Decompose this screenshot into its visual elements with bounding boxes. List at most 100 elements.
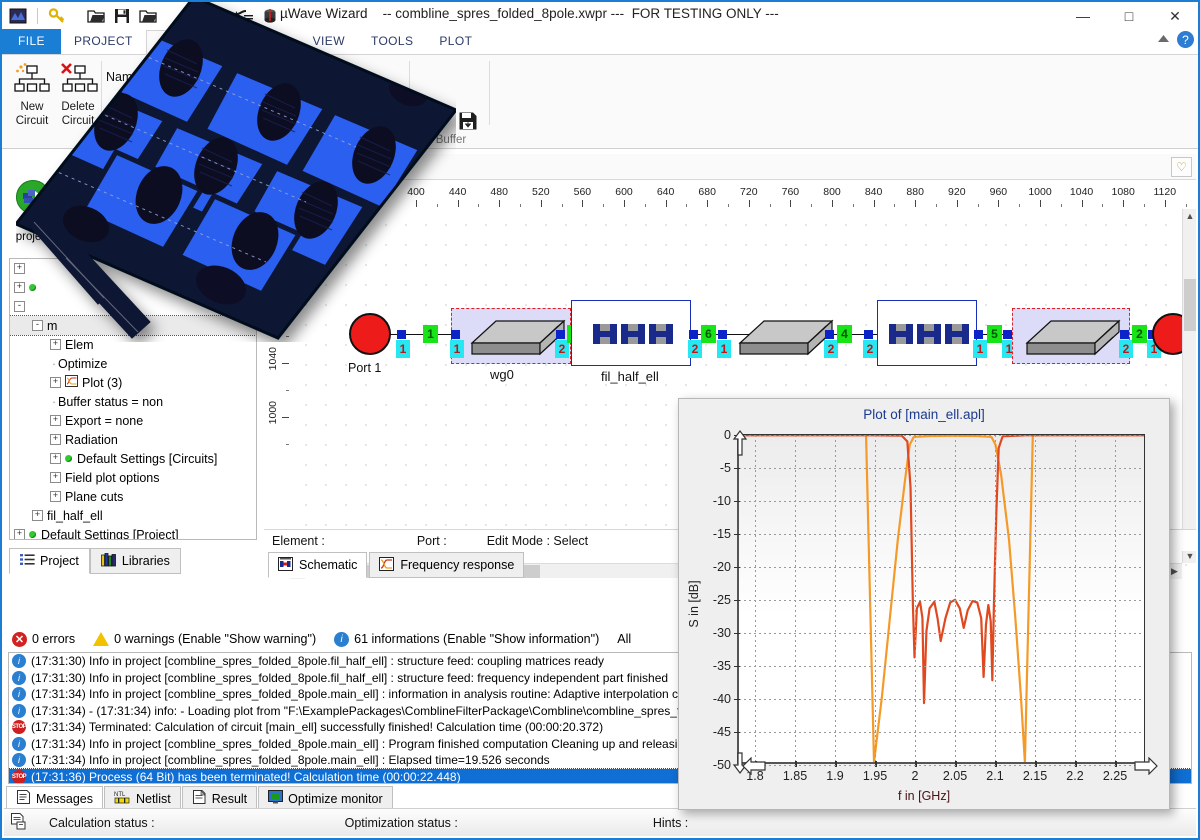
- resonator-symbol[interactable]: [944, 321, 970, 347]
- start-single-button[interactable]: St: [52, 180, 110, 230]
- list-icon[interactable]: [234, 6, 254, 26]
- pin[interactable]: [397, 330, 406, 339]
- tree-node[interactable]: + fil_half_ell: [10, 506, 256, 525]
- resonator-symbol[interactable]: [916, 321, 942, 347]
- tree-expander[interactable]: +: [14, 263, 25, 274]
- resonator-symbol[interactable]: [592, 321, 618, 347]
- tab-tools[interactable]: TOOLS: [358, 29, 426, 54]
- bits-64-toggle[interactable]: 64: [142, 99, 164, 121]
- tree-expander[interactable]: +: [50, 472, 61, 483]
- plot-window[interactable]: Plot of [main_ell.apl] 1.8 1.85 1.9 1.95 2 2.…: [678, 398, 1170, 810]
- project-tree[interactable]: + + - - m + Elem · Optimize + Plot (3) · Buffer stat…: [9, 258, 257, 540]
- tree-expander[interactable]: +: [14, 282, 25, 293]
- pin[interactable]: [556, 330, 565, 339]
- canvas-vertical-scrollbar[interactable]: ▲ ▼: [1182, 209, 1196, 563]
- tree-node[interactable]: + Export = none: [10, 411, 256, 430]
- wg0-3d-symbol[interactable]: [470, 313, 566, 361]
- resonator-symbol[interactable]: [888, 321, 914, 347]
- circuit-name-input[interactable]: main_ell: [148, 67, 225, 86]
- tab-schematic[interactable]: Schematic: [268, 552, 368, 578]
- tree-expander[interactable]: -: [32, 320, 43, 331]
- tree-node[interactable]: -: [10, 297, 256, 316]
- ruler-tick-label: 760: [781, 186, 800, 198]
- resonator-symbol[interactable]: [648, 321, 674, 347]
- resonator-symbol[interactable]: [620, 321, 646, 347]
- waveguide-3d-symbol[interactable]: [738, 313, 834, 361]
- tree-node[interactable]: + Plot (3): [10, 373, 256, 392]
- tree-expander[interactable]: +: [50, 453, 61, 464]
- ruler-minor-tick: [977, 204, 979, 207]
- tree-node[interactable]: + Field plot options: [10, 468, 256, 487]
- tab-file[interactable]: FILE: [2, 29, 61, 54]
- tree-expander[interactable]: +: [50, 415, 61, 426]
- all-filter[interactable]: All: [617, 632, 631, 646]
- tree-expander[interactable]: +: [50, 339, 61, 350]
- ruler-tick-label: 840: [864, 186, 883, 198]
- pin[interactable]: [451, 330, 460, 339]
- informations-summary[interactable]: i 61 informations (Enable "Show informat…: [334, 631, 599, 647]
- tab-design[interactable]: DESIGN: [225, 29, 299, 54]
- mesh-icon[interactable]: [260, 6, 280, 26]
- tree-node[interactable]: + Elem: [10, 335, 256, 354]
- pin[interactable]: [718, 330, 727, 339]
- tree-node[interactable]: +: [10, 278, 256, 297]
- tree-node[interactable]: + Default Settings [Project]: [10, 525, 256, 539]
- pin[interactable]: [825, 330, 834, 339]
- tree-expander[interactable]: +: [50, 491, 61, 502]
- pin[interactable]: [1120, 330, 1129, 339]
- tab-project[interactable]: PROJECT: [61, 29, 146, 54]
- tree-node[interactable]: · Optimize: [10, 354, 256, 373]
- port-1-symbol[interactable]: [349, 313, 391, 355]
- tab-circuit[interactable]: CIRCUIT: [145, 30, 226, 55]
- project-panel-title: Pr: [125, 159, 139, 173]
- tree-expander[interactable]: -: [14, 301, 25, 312]
- port-index-cyan: 1: [450, 340, 464, 358]
- minimize-button[interactable]: —: [1060, 2, 1106, 30]
- tree-node[interactable]: + Default Settings [Circuits]: [10, 449, 256, 468]
- delete-circuit-button[interactable]: Delete Circuit: [50, 63, 106, 128]
- pin[interactable]: [864, 330, 873, 339]
- tree-node[interactable]: + Plane cuts: [10, 487, 256, 506]
- info-icon: i: [12, 654, 26, 669]
- ruler-tick-label: 440: [448, 186, 467, 198]
- tree-expander[interactable]: +: [50, 434, 61, 445]
- tab-plot[interactable]: PLOT: [426, 29, 485, 54]
- pin[interactable]: [974, 330, 983, 339]
- tree-node[interactable]: + Radiation: [10, 430, 256, 449]
- tree-expander[interactable]: +: [50, 377, 61, 388]
- tree-node[interactable]: -m: [10, 315, 256, 336]
- waveguide-3d-symbol[interactable]: [1025, 313, 1121, 361]
- document-title: -- combline_spres_folded_8pole.xwpr ---: [382, 6, 625, 21]
- tab-view[interactable]: VIEW: [300, 29, 358, 54]
- tab-frequency-response[interactable]: Frequency response: [369, 552, 525, 578]
- tree-node[interactable]: · Buffer status = non: [10, 392, 256, 411]
- heart-icon[interactable]: ♡: [1171, 157, 1192, 177]
- errors-summary[interactable]: ✕ 0 errors: [12, 631, 75, 647]
- chevron-up-icon[interactable]: [1157, 33, 1170, 47]
- tree-node-label: Field plot options: [65, 470, 160, 485]
- pin[interactable]: [689, 330, 698, 339]
- vscroll-thumb[interactable]: [1184, 279, 1196, 331]
- tree-expander[interactable]: +: [14, 529, 25, 539]
- scroll-up-icon[interactable]: ▲: [1183, 209, 1197, 223]
- view-3d-toggle[interactable]: 3D: [110, 99, 132, 121]
- undo-icon[interactable]: [182, 6, 202, 26]
- open-folder-icon[interactable]: [86, 6, 106, 26]
- key-icon[interactable]: [47, 6, 67, 26]
- redo-icon[interactable]: [208, 6, 228, 26]
- scroll-down-icon[interactable]: ▼: [1183, 549, 1197, 563]
- tree-node[interactable]: +: [10, 259, 256, 278]
- port-index-cyan: 2: [688, 340, 702, 358]
- warnings-summary[interactable]: 0 warnings (Enable "Show warning"): [93, 632, 316, 646]
- tab-libraries[interactable]: Libraries: [89, 548, 181, 574]
- tab-project-tree[interactable]: Project: [9, 548, 90, 574]
- save-to-buffer-icon[interactable]: [424, 111, 444, 134]
- save-icon[interactable]: [112, 6, 132, 26]
- close-button[interactable]: ✕: [1152, 2, 1198, 30]
- help-icon[interactable]: ?: [1177, 31, 1194, 48]
- tree-expander[interactable]: +: [32, 510, 43, 521]
- save-all-icon[interactable]: [138, 6, 158, 26]
- maximize-button[interactable]: □: [1106, 2, 1152, 30]
- load-from-buffer-icon[interactable]: [458, 111, 478, 134]
- pin[interactable]: [1003, 330, 1012, 339]
